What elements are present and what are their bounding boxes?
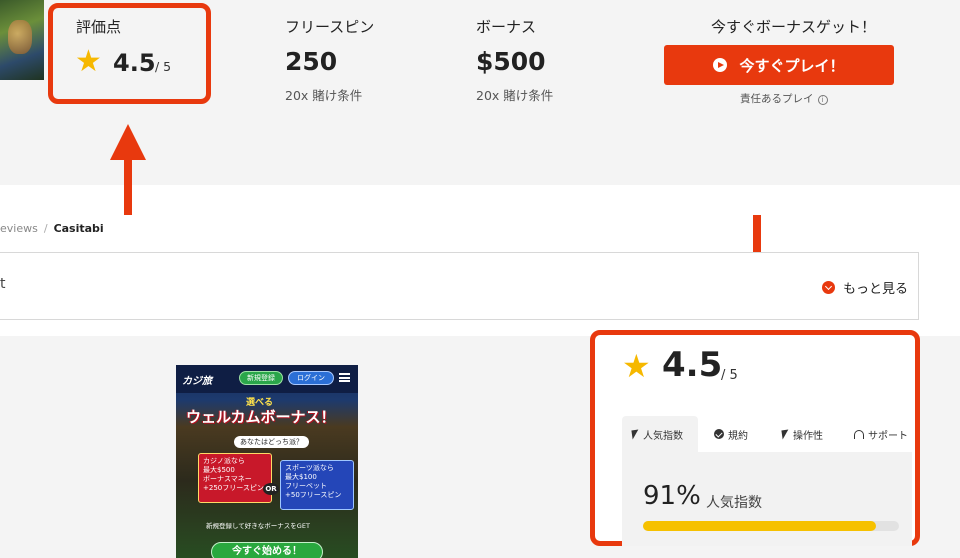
info-icon: i [817,95,828,105]
promo-signup-pill: 新規登録 [239,371,283,385]
star-icon: ★ [622,347,651,385]
sports-card-line2: フリーベット [285,482,327,490]
casino-card-line3: +250フリースピン [203,484,264,492]
casino-card-line2: ボーナスマネー [203,475,252,483]
casino-card-tag: カジノ派なら [203,457,245,465]
breadcrumb: eviews / Casitabi [0,222,104,235]
promo-title: ウェルカムボーナス！ [186,408,336,426]
show-more-button[interactable]: もっと見る [822,278,908,297]
arrow-up-icon [110,124,146,160]
casino-card-line1: 最大$500 [203,466,235,474]
section-text-fragment: t [0,276,6,292]
sports-card-line1: 最大$100 [285,473,317,481]
play-icon [713,58,728,72]
free-spins-wagering: 20x 賭け条件 [285,88,363,103]
arrow-up-shaft [124,158,132,215]
check-circle-icon [714,429,724,439]
headset-icon [854,429,864,439]
promo-login-pill: ログイン [288,371,334,385]
show-more-label: もっと見る [843,282,909,297]
menu-icon [339,373,350,382]
tab-usability[interactable]: 操作性 [772,416,844,452]
free-spins-value: 250 [285,47,338,76]
rating-card-value: 4.5 [662,345,723,385]
tab-label: 規約 [728,430,748,442]
breadcrumb-current: Casitabi [53,222,104,235]
cta-heading: 今すぐボーナスゲット！ [711,18,877,36]
popularity-bar [643,521,899,531]
sports-card-line3: +50フリースピン [285,491,342,499]
free-spins-label: フリースピン [285,18,375,36]
rating-tabs: 人気指数 規約 操作性 サポート [622,416,912,452]
promo-start-button: 今すぐ始める！ [211,542,323,558]
play-now-button[interactable]: 今すぐプレイ！ [664,45,894,85]
expandable-section [0,252,919,320]
bonus-label: ボーナス [476,18,537,36]
promo-casino-card: カジノ派なら 最大$500 ボーナスマネー +250フリースピン [198,453,272,503]
promo-banner-image[interactable]: カジ旅 新規登録 ログイン 選べる ウェルカムボーナス！ あなたはどっち派？ カ… [176,365,358,558]
play-now-label: 今すぐプレイ！ [739,56,845,75]
popularity-percent: 91% [643,481,701,511]
promo-question: あなたはどっち派？ [234,436,309,448]
cursor-icon [631,429,640,439]
sports-card-tag: スポーツ派なら [285,464,334,472]
popularity-label: 人気指数 [706,495,762,511]
rating-value: 4.5 [113,49,156,77]
star-icon: ★ [75,44,102,79]
tab-support[interactable]: サポート [844,416,912,452]
promo-or-badge: OR [263,483,279,495]
rating-max: / 5 [155,59,172,74]
popularity-bar-fill [643,521,876,531]
responsible-play-link[interactable]: 責任あるプレイ i [740,91,828,106]
tab-terms[interactable]: 規約 [704,416,770,452]
promo-sports-card: スポーツ派なら 最大$100 フリーベット +50フリースピン [280,460,354,510]
cursor-icon [781,429,790,439]
breadcrumb-separator: / [43,222,48,235]
promo-logo: カジ旅 [182,376,212,387]
responsible-play-label: 責任あるプレイ [740,93,814,105]
tab-label: サポート [868,430,908,442]
bonus-value: $500 [476,47,546,76]
rating-card-max: / 5 [721,368,738,383]
rating-label: 評価点 [76,18,122,36]
casino-thumbnail[interactable] [0,0,44,80]
chevron-down-icon [822,281,835,294]
tab-label: 人気指数 [643,430,683,442]
tab-label: 操作性 [793,430,823,442]
bonus-wagering: 20x 賭け条件 [476,88,554,103]
promo-footnote: 新規登録して好きなボーナスをGET [206,522,310,530]
breadcrumb-reviews-link[interactable]: eviews [0,222,38,235]
tab-popularity[interactable]: 人気指数 [622,416,698,452]
